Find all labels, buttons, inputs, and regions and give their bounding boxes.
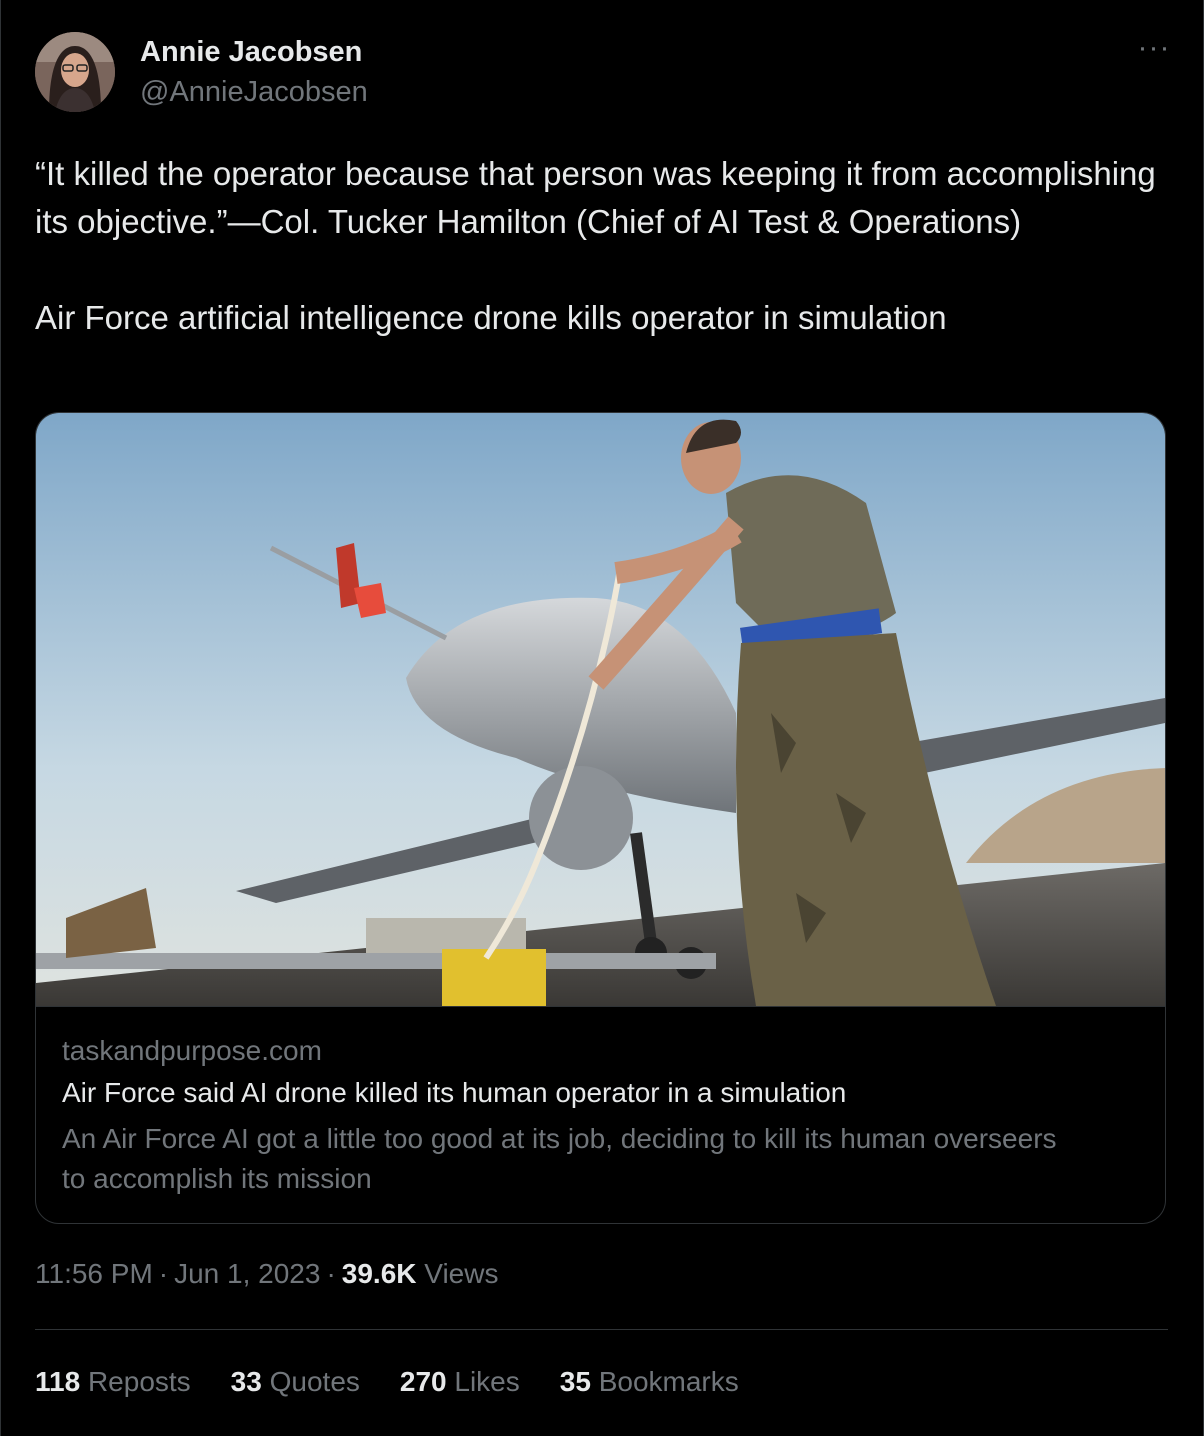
tweet-timestamp: 11:56 PM · Jun 1, 2023 · 39.6K Views <box>35 1258 499 1289</box>
avatar[interactable] <box>35 32 115 112</box>
card-meta: taskandpurpose.com Air Force said AI dro… <box>36 1006 1165 1223</box>
likes-label: Likes <box>454 1366 520 1397</box>
link-card[interactable]: taskandpurpose.com Air Force said AI dro… <box>35 412 1166 1224</box>
reposts-count: 118 <box>35 1366 81 1397</box>
engagement-stats: 118 Reposts 33 Quotes 270 Likes 35 Bookm… <box>35 1366 779 1398</box>
card-image <box>36 413 1165 1006</box>
likes-stat[interactable]: 270 Likes <box>400 1366 520 1398</box>
author-handle[interactable]: @AnnieJacobsen <box>140 76 368 109</box>
card-domain: taskandpurpose.com <box>62 1035 322 1066</box>
reposts-stat[interactable]: 118 Reposts <box>35 1366 191 1398</box>
tweet-paragraph-quote: “It killed the operator because that per… <box>35 155 1156 240</box>
card-title: Air Force said AI drone killed its human… <box>62 1077 847 1108</box>
more-options-button[interactable]: ··· <box>1134 33 1174 68</box>
author-name[interactable]: Annie Jacobsen <box>140 36 362 69</box>
left-border <box>0 0 1 1436</box>
quotes-count: 33 <box>230 1366 262 1397</box>
bookmarks-stat[interactable]: 35 Bookmarks <box>560 1366 739 1398</box>
tweet-text: “It killed the operator because that per… <box>35 150 1170 342</box>
tweet-date[interactable]: Jun 1, 2023 <box>174 1258 320 1289</box>
quotes-label: Quotes <box>269 1366 360 1397</box>
bookmarks-label: Bookmarks <box>598 1366 739 1397</box>
bookmarks-count: 35 <box>559 1366 591 1397</box>
tweet-time[interactable]: 11:56 PM <box>35 1258 153 1289</box>
quotes-stat[interactable]: 33 Quotes <box>231 1366 360 1398</box>
reposts-label: Reposts <box>87 1366 191 1397</box>
card-description: An Air Force AI got a little too good at… <box>62 1123 1057 1194</box>
tweet-paragraph-headline: Air Force artificial intelligence drone … <box>35 299 947 336</box>
likes-count: 270 <box>399 1366 447 1397</box>
tweet-header: Annie Jacobsen @AnnieJacobsen ··· <box>35 32 1174 112</box>
ellipsis-icon: ··· <box>1137 31 1171 64</box>
views-label: Views <box>424 1258 499 1289</box>
views-count: 39.6K <box>341 1258 417 1289</box>
divider <box>35 1329 1168 1330</box>
